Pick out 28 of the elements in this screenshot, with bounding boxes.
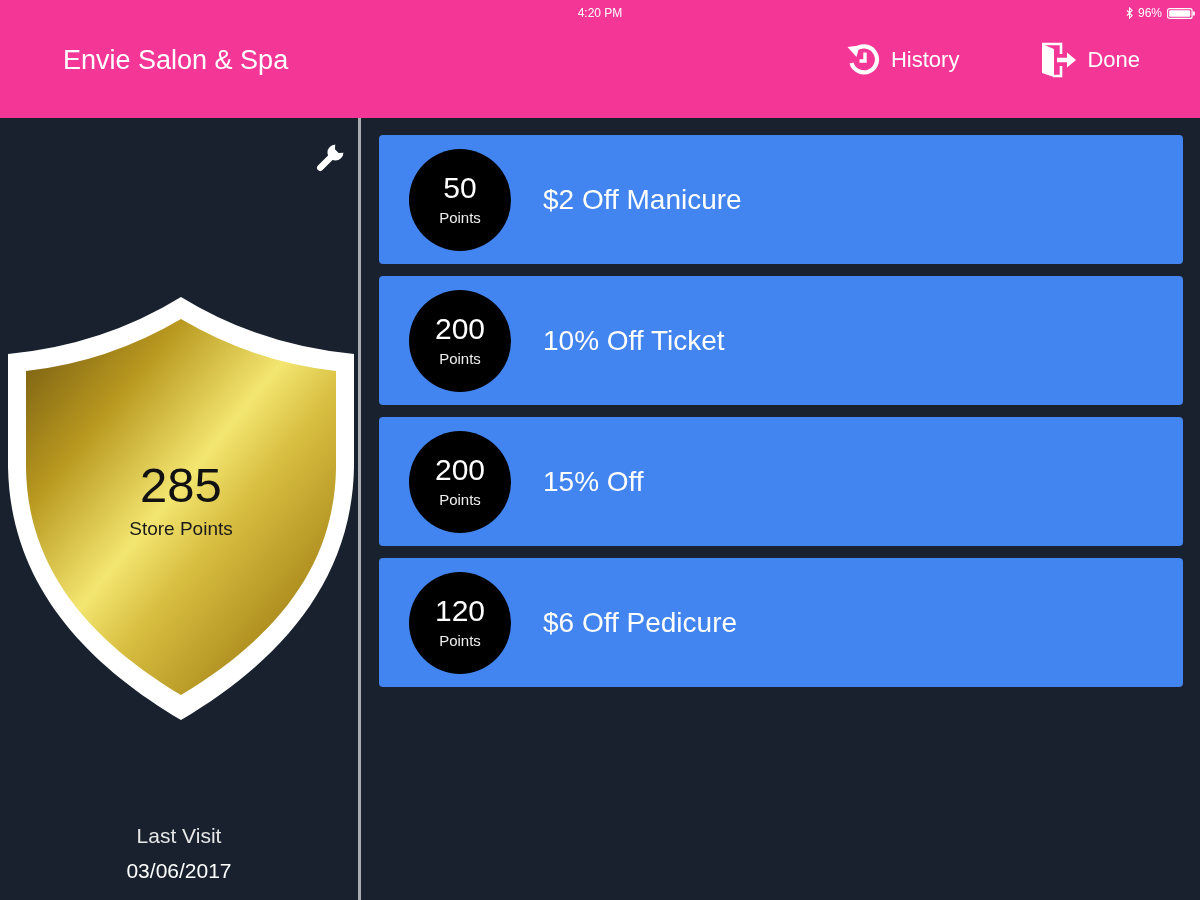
reward-title: $6 Off Pedicure — [543, 606, 738, 639]
reward-card[interactable]: 120 Points $6 Off Pedicure — [379, 558, 1183, 687]
reward-title: $2 Off Manicure — [543, 183, 742, 216]
store-points-value: 285 — [140, 457, 222, 513]
battery-icon — [1167, 7, 1195, 19]
points-unit: Points — [439, 208, 481, 227]
door-arrow-icon — [1039, 42, 1078, 78]
reward-title: 15% Off — [543, 465, 644, 498]
app-title: Envie Salon & Spa — [63, 44, 289, 76]
reward-points: 200 — [434, 452, 486, 487]
last-visit-date: 03/06/2017 — [126, 858, 232, 884]
bluetooth-icon — [1125, 7, 1133, 19]
reward-points: 120 — [434, 593, 486, 628]
history-button[interactable]: History — [844, 42, 960, 78]
points-unit: Points — [439, 349, 481, 368]
reward-card[interactable]: 200 Points 15% Off — [379, 417, 1183, 546]
last-visit-label: Last Visit — [136, 823, 222, 849]
reward-points: 50 — [443, 170, 477, 205]
points-unit: Points — [439, 490, 481, 509]
points-unit: Points — [439, 631, 481, 650]
reward-title: 10% Off Ticket — [543, 324, 725, 357]
reward-points: 200 — [434, 311, 486, 346]
status-time: 4:20 PM — [577, 6, 623, 20]
battery-percent: 96% — [1137, 6, 1162, 20]
done-button[interactable]: Done — [1039, 42, 1140, 78]
store-points-label: Store Points — [129, 517, 233, 541]
reward-card[interactable]: 200 Points 10% Off Ticket — [379, 276, 1183, 405]
reward-card[interactable]: 50 Points $2 Off Manicure — [379, 135, 1183, 264]
